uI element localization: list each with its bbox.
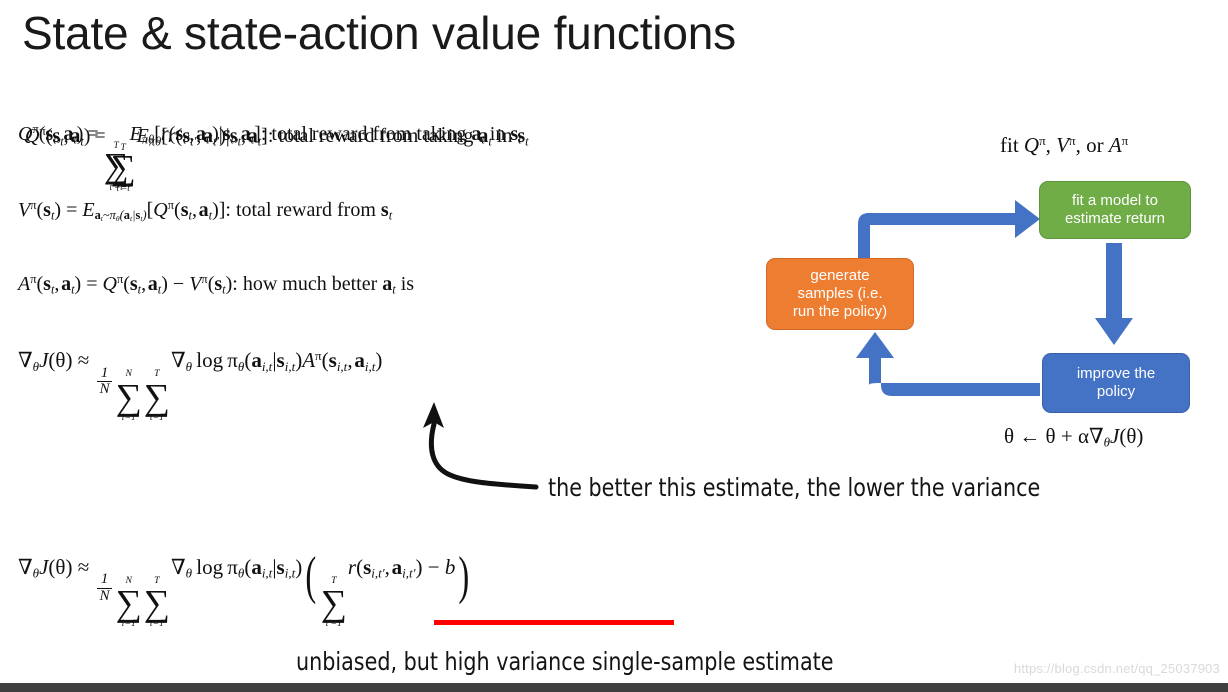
equation-q-layer-ghost: Qπ(st, at) = T ∑ t′=t Eπθ[r(st′, at′)|st, a… bbox=[25, 123, 529, 194]
red-underline-highlight bbox=[434, 620, 674, 625]
pointer-arrow-line-icon bbox=[428, 421, 539, 490]
slide-canvas: State & state-action value functions Qπ(… bbox=[0, 0, 1228, 692]
diagram-box-generate-samples[interactable]: generate samples (i.e. run the policy) bbox=[766, 258, 914, 330]
equation-gradient-baseline: ∇θJ(θ) ≈ 1 N N ∑ i=1 T ∑ t=1 ∇θ log πθ(ai,t|si,t… bbox=[18, 546, 470, 630]
annotation-unbiased-note: unbiased, but high variance single-sampl… bbox=[296, 647, 834, 676]
arrow-improve-to-samples-icon bbox=[856, 332, 1040, 396]
diagram-box-improve-policy[interactable]: improve the policy bbox=[1042, 353, 1190, 413]
diagram-heading: fit Qπ, Vπ, or Aπ bbox=[1000, 133, 1129, 158]
diagram-update-rule: θ ← θ + α∇θJ(θ) bbox=[1004, 424, 1144, 450]
fit-model-line2: estimate return bbox=[1064, 210, 1166, 227]
watermark-text: https://blog.csdn.net/qq_25037903 bbox=[1013, 661, 1220, 676]
annotation-variance-note: the better this estimate, the lower the … bbox=[548, 473, 1041, 502]
equation-gradient-advantage: ∇θJ(θ) ≈ 1 N N ∑ i=1 T ∑ t=1 ∇θ log πθ(ai,t|si,t… bbox=[18, 348, 383, 423]
improve-policy-line1: improve the bbox=[1076, 364, 1156, 382]
arrow-samples-to-fit-icon bbox=[858, 200, 1040, 263]
page-title: State & state-action value functions bbox=[22, 7, 736, 59]
equation-q-definition: Qπ(st, at) = T ∑ t′=t Eπθ[r(st′, at′)|st, a… bbox=[18, 122, 838, 193]
generate-samples-line3: run the policy) bbox=[792, 303, 888, 321]
arrow-fit-to-improve-icon bbox=[1095, 243, 1133, 345]
generate-samples-line1: generate bbox=[810, 266, 870, 284]
improve-policy-line2: policy bbox=[1096, 383, 1136, 400]
diagram-box-fit-model[interactable]: fit a model to estimate return bbox=[1039, 181, 1191, 239]
diagram-box-fit-model-label: fit a model to estimate return bbox=[1065, 192, 1165, 229]
generate-samples-line2: samples (i.e. bbox=[797, 284, 883, 302]
diagram-box-generate-samples-label: generate samples (i.e. run the policy) bbox=[793, 267, 887, 322]
equation-v-definition: Vπ(st) = Eat~πθ(at|st)[Qπ(st, at)]: tota… bbox=[18, 198, 393, 224]
equation-a-definition: Aπ(st, at) = Qπ(st, at) − Vπ(st): how mu… bbox=[18, 272, 415, 297]
bottom-bar bbox=[0, 683, 1228, 692]
pointer-arrow-head-icon bbox=[423, 402, 444, 428]
diagram-box-improve-policy-label: improve the policy bbox=[1077, 365, 1155, 402]
fit-model-line1: fit a model to bbox=[1072, 191, 1158, 209]
